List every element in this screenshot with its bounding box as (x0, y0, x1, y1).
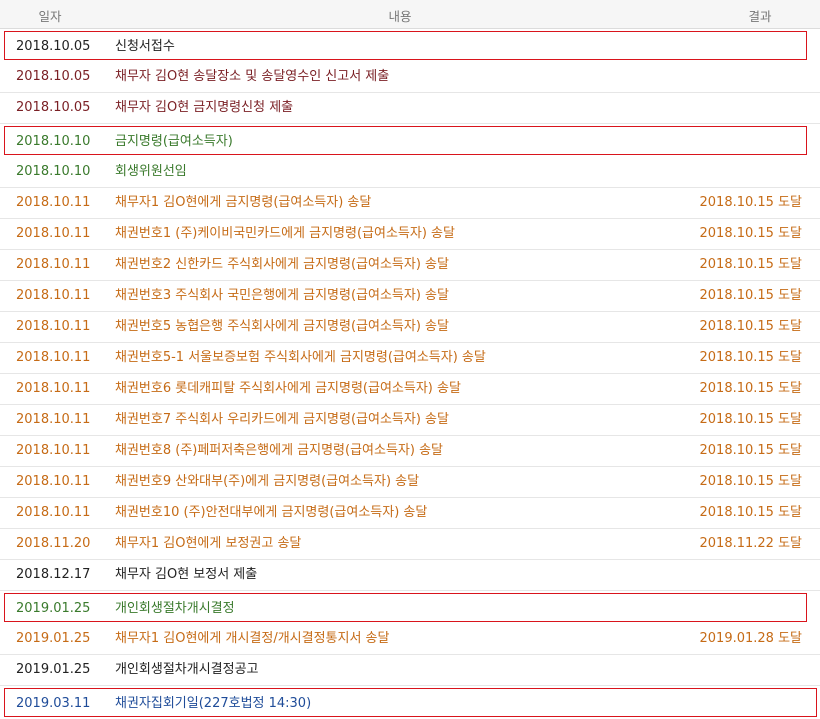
row-date: 2018.10.05 (16, 39, 91, 54)
row-content: 회생위원선임 (115, 164, 187, 179)
row-result: 2018.10.15 도달 (699, 505, 803, 520)
row-result: 2018.10.15 도달 (699, 412, 803, 427)
row-content: 채권번호3 주식회사 국민은행에게 금지명령(급여소득자) 송달 (115, 288, 449, 303)
table-row: 2018.10.11 채권번호9 산와대부(주)에게 금지명령(급여소득자) 송달… (0, 467, 820, 498)
table-row: 2019.01.25 개인회생절차개시결정공고 (0, 655, 820, 686)
table-row-highlighted: 2018.10.05 신청서접수 (4, 31, 807, 60)
row-content: 채권번호8 (주)페퍼저축은행에게 금지명령(급여소득자) 송달 (115, 443, 443, 458)
table-body: 2018.10.05 신청서접수 2018.10.05 채무자 김O현 송달장소 및 … (0, 31, 820, 717)
row-date: 2018.10.11 (16, 412, 91, 427)
row-result: 2018.10.15 도달 (699, 443, 803, 458)
table-row-highlighted: 2019.03.11 채권자집회기일(227호법정 14:30) (4, 688, 817, 717)
table-row: 2018.10.11 채권번호3 주식회사 국민은행에게 금지명령(급여소득자) … (0, 281, 820, 312)
row-content: 개인회생절차개시결정공고 (115, 662, 259, 677)
row-content: 채무자 김O현 보정서 제출 (115, 567, 258, 582)
table-row: 2018.10.11 채권번호1 (주)케이비국민카드에게 금지명령(급여소득자)… (0, 219, 820, 250)
row-content: 채권번호7 주식회사 우리카드에게 금지명령(급여소득자) 송달 (115, 412, 449, 427)
row-content: 채권번호10 (주)안전대부에게 금지명령(급여소득자) 송달 (115, 505, 428, 520)
row-result: 2018.10.15 도달 (699, 350, 803, 365)
row-date: 2019.03.11 (16, 696, 91, 711)
row-date: 2018.12.17 (16, 567, 91, 582)
table-row: 2019.01.25 채무자1 김O현에게 개시결정/개시결정통지서 송달 2019… (0, 624, 820, 655)
row-date: 2018.10.05 (16, 100, 91, 115)
row-content: 신청서접수 (115, 39, 175, 54)
row-content: 개인회생절차개시결정 (115, 601, 235, 616)
header-result: 결과 (748, 9, 772, 24)
row-content: 채권번호9 산와대부(주)에게 금지명령(급여소득자) 송달 (115, 474, 420, 489)
row-content: 채무자 김O현 송달장소 및 송달영수인 신고서 제출 (115, 69, 390, 84)
row-date: 2018.11.20 (16, 536, 91, 551)
row-date: 2018.10.10 (16, 164, 91, 179)
table-row: 2018.10.11 채권번호5-1 서울보증보험 주식회사에게 금지명령(급여소… (0, 343, 820, 374)
row-date: 2019.01.25 (16, 601, 91, 616)
row-date: 2019.01.25 (16, 662, 91, 677)
row-content: 채권번호5-1 서울보증보험 주식회사에게 금지명령(급여소득자) 송달 (115, 350, 486, 365)
row-result: 2018.10.15 도달 (699, 474, 803, 489)
row-content: 채무자1 김O현에게 금지명령(급여소득자) 송달 (115, 195, 372, 210)
row-date: 2018.10.11 (16, 350, 91, 365)
row-result: 2018.10.15 도달 (699, 195, 803, 210)
row-date: 2018.10.11 (16, 505, 91, 520)
row-date: 2018.10.11 (16, 257, 91, 272)
row-date: 2018.10.11 (16, 195, 91, 210)
row-date: 2018.10.11 (16, 288, 91, 303)
table-row: 2018.10.11 채권번호10 (주)안전대부에게 금지명령(급여소득자) 송… (0, 498, 820, 529)
row-date: 2018.10.11 (16, 226, 91, 241)
row-result: 2018.10.15 도달 (699, 288, 803, 303)
table-row: 2018.10.05 채무자 김O현 송달장소 및 송달영수인 신고서 제출 (0, 62, 820, 93)
row-content: 채권번호5 농협은행 주식회사에게 금지명령(급여소득자) 송달 (115, 319, 449, 334)
table-row: 2018.10.11 채권번호6 롯데캐피탈 주식회사에게 금지명령(급여소득자)… (0, 374, 820, 405)
table-row: 2018.10.11 채권번호7 주식회사 우리카드에게 금지명령(급여소득자) … (0, 405, 820, 436)
row-result: 2018.10.15 도달 (699, 226, 803, 241)
table-row: 2018.10.11 채권번호8 (주)페퍼저축은행에게 금지명령(급여소득자) … (0, 436, 820, 467)
row-result: 2018.10.15 도달 (699, 257, 803, 272)
row-date: 2018.10.11 (16, 319, 91, 334)
row-result: 2018.11.22 도달 (699, 536, 803, 551)
row-date: 2018.10.10 (16, 134, 91, 149)
row-date: 2018.10.11 (16, 474, 91, 489)
row-content: 채무자1 김O현에게 보정권고 송달 (115, 536, 302, 551)
table-row: 2018.11.20 채무자1 김O현에게 보정권고 송달 2018.11.22 도… (0, 529, 820, 560)
row-date: 2018.10.05 (16, 69, 91, 84)
header-date: 일자 (38, 9, 62, 24)
table-row: 2018.10.11 채권번호5 농협은행 주식회사에게 금지명령(급여소득자) … (0, 312, 820, 343)
header-content: 내용 (388, 9, 412, 24)
row-content: 채권번호2 신한카드 주식회사에게 금지명령(급여소득자) 송달 (115, 257, 449, 272)
table-row-highlighted: 2019.01.25 개인회생절차개시결정 (4, 593, 807, 622)
table-row: 2018.10.11 채권번호2 신한카드 주식회사에게 금지명령(급여소득자) … (0, 250, 820, 281)
table-header: 일자 내용 결과 (0, 0, 820, 29)
table-row: 2018.10.11 채무자1 김O현에게 금지명령(급여소득자) 송달 2018.… (0, 188, 820, 219)
case-history-table: 일자 내용 결과 2018.10.05 신청서접수 2018.10.05 채무자 김O… (0, 0, 820, 719)
row-date: 2019.01.25 (16, 631, 91, 646)
row-content: 금지명령(급여소득자) (115, 134, 233, 149)
row-content: 채권번호6 롯데캐피탈 주식회사에게 금지명령(급여소득자) 송달 (115, 381, 461, 396)
row-result: 2018.10.15 도달 (699, 319, 803, 334)
table-row: 2018.12.17 채무자 김O현 보정서 제출 (0, 560, 820, 591)
row-content: 채무자1 김O현에게 개시결정/개시결정통지서 송달 (115, 631, 390, 646)
row-result: 2019.01.28 도달 (699, 631, 803, 646)
row-content: 채무자 김O현 금지명령신청 제출 (115, 100, 294, 115)
table-row: 2018.10.10 회생위원선임 (0, 157, 820, 188)
row-date: 2018.10.11 (16, 443, 91, 458)
row-content: 채권번호1 (주)케이비국민카드에게 금지명령(급여소득자) 송달 (115, 226, 455, 241)
table-row: 2018.10.05 채무자 김O현 금지명령신청 제출 (0, 93, 820, 124)
table-row-highlighted: 2018.10.10 금지명령(급여소득자) (4, 126, 807, 155)
row-date: 2018.10.11 (16, 381, 91, 396)
row-content: 채권자집회기일(227호법정 14:30) (115, 696, 312, 711)
row-result: 2018.10.15 도달 (699, 381, 803, 396)
